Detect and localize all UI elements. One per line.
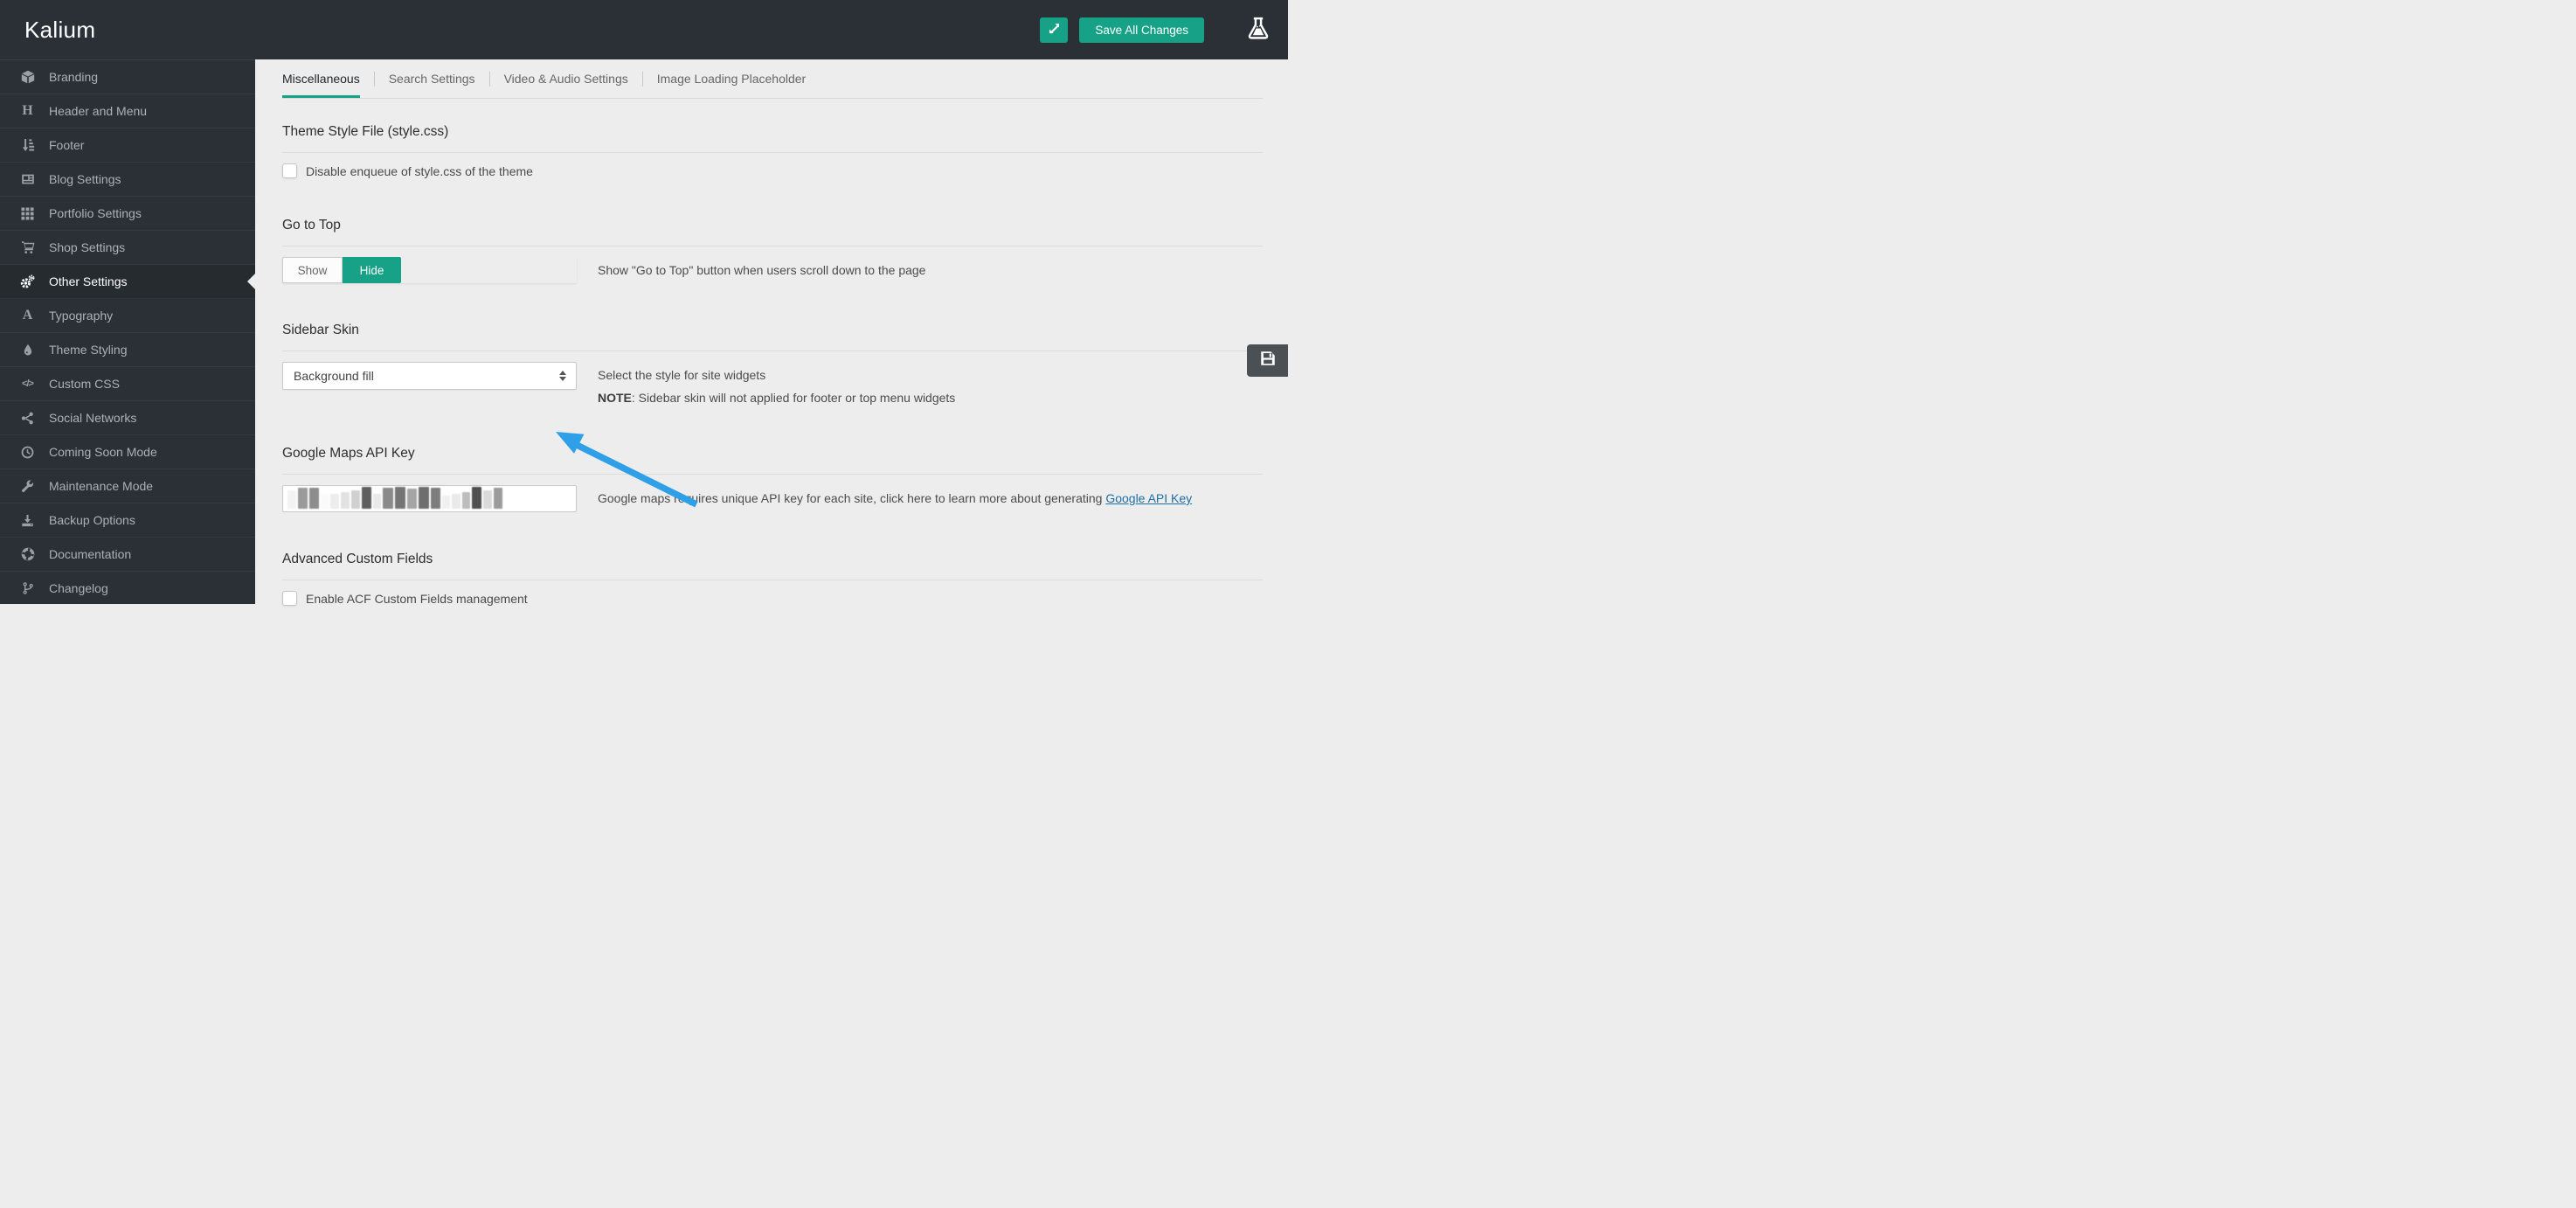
sidebar-item-label: Social Networks [49, 411, 137, 425]
sidebar-item-header-and-menu[interactable]: H Header and Menu [0, 94, 255, 128]
section-advanced-custom-fields: Advanced Custom Fields Enable ACF Custom… [282, 552, 1263, 606]
sidebar-item-label: Portfolio Settings [49, 206, 142, 220]
disable-style-css-option: Disable enqueue of style.css of the them… [282, 163, 1263, 178]
sidebar-item-label: Blog Settings [49, 172, 121, 186]
gears-icon [19, 274, 36, 289]
section-heading: Sidebar Skin [282, 323, 359, 337]
share-icon [19, 411, 36, 426]
disable-style-css-checkbox[interactable] [282, 163, 297, 178]
go-to-top-toggle: Show Hide [282, 257, 577, 283]
cube-icon [19, 70, 36, 85]
section-divider [282, 474, 1263, 475]
section-heading: Google Maps API Key [282, 446, 415, 461]
sidebar-item-label: Backup Options [49, 513, 135, 527]
sidebar-item-theme-styling[interactable]: Theme Styling [0, 333, 255, 367]
section-sidebar-skin: Sidebar Skin Background fill Select the … [282, 323, 1263, 406]
redacted-api-key-value [287, 487, 571, 509]
sidebar-item-branding[interactable]: Branding [0, 60, 255, 94]
wrench-icon [19, 479, 36, 494]
top-bar: Kalium Save All Changes [0, 0, 1288, 59]
sidebar-item-custom-css[interactable]: </> Custom CSS [0, 367, 255, 401]
sidebar-item-other-settings[interactable]: Other Settings [0, 265, 255, 299]
lab-flask-button[interactable] [1247, 16, 1270, 45]
tab-search-settings[interactable]: Search Settings [375, 59, 489, 98]
section-heading: Theme Style File (style.css) [282, 124, 449, 139]
flask-icon [1247, 16, 1270, 45]
tab-image-loading-placeholder[interactable]: Image Loading Placeholder [643, 59, 820, 98]
enable-acf-checkbox[interactable] [282, 591, 297, 606]
google-maps-api-key-input[interactable] [282, 485, 577, 512]
app-title: Kalium [24, 16, 96, 43]
grid-icon [19, 206, 36, 221]
google-api-key-link[interactable]: Google API Key [1105, 491, 1192, 505]
kalium-theme-options-page: { "header": { "app_title": "Kalium", "sa… [0, 0, 1288, 606]
sidebar-item-label: Header and Menu [49, 104, 148, 118]
sidebar-item-label: Coming Soon Mode [49, 445, 157, 459]
tab-video-audio-settings[interactable]: Video & Audio Settings [490, 59, 642, 98]
sidebar-item-coming-soon-mode[interactable]: Coming Soon Mode [0, 435, 255, 469]
sidebar-item-label: Shop Settings [49, 240, 126, 254]
section-heading: Advanced Custom Fields [282, 552, 433, 566]
checkbox-label: Disable enqueue of style.css of the them… [306, 163, 533, 178]
settings-tabs: Miscellaneous Search Settings Video & Au… [282, 59, 1263, 99]
typography-icon: A [22, 308, 33, 323]
sidebar-item-typography[interactable]: A Typography [0, 299, 255, 333]
google-maps-description: Google maps requires unique API key for … [598, 491, 1193, 505]
sidebar-nav: Branding H Header and Menu Footer Blog S… [0, 59, 255, 606]
section-theme-style-file: Theme Style File (style.css) Disable enq… [282, 124, 1263, 178]
show-button[interactable]: Show [282, 257, 343, 283]
sidebar-item-changelog[interactable]: Changelog [0, 572, 255, 606]
floating-save-button[interactable] [1247, 344, 1288, 377]
section-heading: Go to Top [282, 218, 341, 233]
sort-amount-icon [19, 138, 36, 153]
sidebar-item-social-networks[interactable]: Social Networks [0, 401, 255, 435]
select-value: Background fill [294, 369, 374, 383]
sidebar-item-portfolio-settings[interactable]: Portfolio Settings [0, 197, 255, 231]
code-icon: </> [22, 378, 34, 389]
hide-button[interactable]: Hide [343, 257, 401, 283]
sidebar-item-label: Theme Styling [49, 343, 128, 357]
section-divider [282, 152, 1263, 153]
sidebar-item-label: Other Settings [49, 274, 128, 288]
checkbox-label: Enable ACF Custom Fields management [306, 591, 528, 606]
heading-icon: H [22, 103, 33, 118]
lifering-icon [19, 547, 36, 562]
newspaper-icon [19, 172, 36, 187]
sidebar-skin-select[interactable]: Background fill [282, 362, 577, 390]
floppy-disk-icon [1259, 350, 1277, 371]
go-to-top-description: Show "Go to Top" button when users scrol… [598, 263, 926, 277]
section-go-to-top: Go to Top Show Hide Show "Go to Top" but… [282, 218, 1263, 283]
sidebar-item-label: Custom CSS [49, 377, 120, 391]
sidebar-item-label: Branding [49, 70, 99, 84]
sidebar-item-label: Maintenance Mode [49, 479, 154, 493]
settings-content: Miscellaneous Search Settings Video & Au… [255, 59, 1288, 606]
cart-icon [19, 240, 36, 255]
clock-icon [19, 445, 36, 460]
enable-acf-option: Enable ACF Custom Fields management [282, 591, 1263, 606]
sidebar-item-label: Footer [49, 138, 85, 152]
branch-icon [19, 581, 36, 596]
select-caret-icon [559, 371, 566, 381]
sidebar-item-shop-settings[interactable]: Shop Settings [0, 231, 255, 265]
save-all-changes-button[interactable]: Save All Changes [1079, 17, 1204, 43]
tab-miscellaneous[interactable]: Miscellaneous [282, 59, 374, 98]
sidebar-item-label: Typography [49, 309, 114, 323]
sidebar-item-maintenance-mode[interactable]: Maintenance Mode [0, 469, 255, 503]
expand-button[interactable] [1040, 17, 1069, 43]
expand-arrows-icon [1048, 22, 1061, 38]
download-icon [19, 513, 36, 528]
sidebar-skin-description: Select the style for site widgets NOTE: … [598, 368, 956, 405]
sidebar-item-label: Documentation [49, 547, 132, 561]
sidebar-item-footer[interactable]: Footer [0, 128, 255, 163]
sidebar-item-label: Changelog [49, 581, 108, 595]
droplet-icon [19, 343, 36, 358]
top-bar-actions: Save All Changes [1040, 16, 1288, 45]
sidebar-item-documentation[interactable]: Documentation [0, 538, 255, 572]
sidebar-item-backup-options[interactable]: Backup Options [0, 503, 255, 538]
sidebar-item-blog-settings[interactable]: Blog Settings [0, 163, 255, 197]
section-google-maps-api-key: Google Maps API Key Google maps requires… [282, 446, 1263, 512]
